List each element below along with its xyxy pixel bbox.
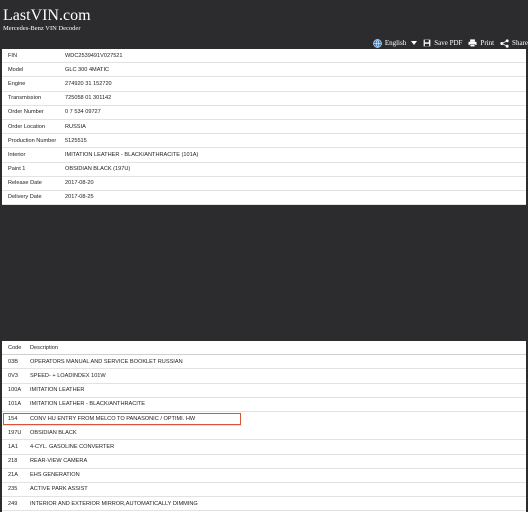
print-icon	[468, 39, 477, 47]
table-row: Delivery Date 2017-08-25	[2, 191, 526, 206]
row-label: Model	[8, 66, 24, 73]
option-description: CONV HU ENTRY FROM MELCO TO PANASONIC / …	[30, 415, 196, 422]
option-description: INTERIOR AND EXTERIOR MIRROR,AUTOMATICAL…	[30, 500, 198, 507]
option-description: EHS GENERATION	[30, 472, 80, 479]
share-button[interactable]: Share	[500, 38, 528, 48]
table-row: Production Number 5125515	[2, 134, 526, 149]
option-code: 1A1	[8, 443, 18, 450]
table-row: 100A IMITATION LEATHER	[2, 384, 526, 398]
table-row: 235 ACTIVE PARK ASSIST	[2, 483, 526, 498]
site-subtitle: Mercedes-Benz VIN Decoder	[3, 25, 81, 32]
row-value: IMITATION LEATHER - BLACK/ANTHRACITE (10…	[65, 151, 199, 158]
table-row: 101A IMITATION LEATHER - BLACK/ANTHRACITE	[2, 398, 526, 412]
table-row: Engine 274920 31 152720	[2, 77, 526, 92]
column-header-code: Code	[8, 344, 22, 351]
table-row: Release Date 2017-08-20	[2, 177, 526, 191]
row-value: 5125515	[65, 137, 87, 144]
row-label: Order Location	[8, 123, 46, 130]
column-header-description: Description	[30, 344, 58, 351]
table-row: Order Location RUSSIA	[2, 120, 526, 135]
chevron-down-icon	[411, 41, 418, 45]
option-description: SPEED- + LOADINDEX 101W	[30, 372, 106, 379]
table-row: 03B OPERATORS MANUAL AND SERVICE BOOKLET …	[2, 355, 526, 370]
option-description: REAR-VIEW CAMERA	[30, 458, 88, 465]
globe-icon	[373, 38, 382, 48]
table-row: 21A EHS GENERATION	[2, 469, 526, 483]
print-button[interactable]: Print	[468, 39, 494, 47]
option-code: 101A	[8, 401, 22, 408]
row-value: GLC 300 4MATIC	[65, 66, 110, 73]
site-logo[interactable]: LastVIN.com	[3, 6, 91, 26]
row-label: Release Date	[8, 180, 42, 187]
table-row: 249 INTERIOR AND EXTERIOR MIRROR,AUTOMATI…	[2, 497, 526, 512]
print-label: Print	[480, 39, 495, 47]
row-value: RUSSIA	[65, 123, 86, 130]
save-pdf-label: Save PDF	[434, 39, 463, 47]
table-row: Paint 1 OBSIDIAN BLACK (197U)	[2, 163, 526, 177]
row-label: Interior	[8, 151, 26, 158]
table-row: Model GLC 300 4MATIC	[2, 63, 526, 78]
option-description: IMITATION LEATHER	[30, 387, 85, 394]
row-value: 0 7 534 09727	[65, 109, 101, 116]
row-value: 274920 31 152720	[65, 80, 112, 87]
table-row: Interior IMITATION LEATHER - BLACK/ANTHRA…	[2, 148, 526, 163]
table-row: 1A1 4-CYL. GASOLINE CONVERTER	[2, 440, 526, 455]
option-code: 154	[8, 415, 18, 422]
save-icon	[423, 39, 431, 47]
table-row: 218 REAR-VIEW CAMERA	[2, 455, 526, 469]
option-code: 197U	[8, 429, 22, 436]
header-bar: LastVIN.com Mercedes-Benz VIN Decoder En…	[0, 0, 528, 52]
table-header-row: Code Description	[2, 341, 526, 356]
language-label: English	[384, 39, 407, 47]
row-value: 725058 01 301142	[65, 95, 112, 102]
row-label: Delivery Date	[8, 194, 42, 201]
option-description: ACTIVE PARK ASSIST	[30, 486, 88, 493]
option-code: 235	[8, 486, 18, 493]
option-code: 100A	[8, 387, 22, 394]
option-codes-table: Code Description 03B OPERATORS MANUAL AND …	[2, 341, 526, 512]
row-value: WDC2539491V027521	[65, 52, 123, 59]
share-label: Share	[512, 39, 528, 47]
row-label: Engine	[8, 80, 26, 87]
table-row: 0V3 SPEED- + LOADINDEX 101W	[2, 369, 526, 384]
table-row: 197U OBSIDIAN BLACK	[2, 426, 526, 441]
header-actions: English Save PDF Print Share	[373, 37, 528, 49]
row-label: Transmission	[8, 95, 42, 102]
row-value: OBSIDIAN BLACK (197U)	[65, 166, 131, 173]
table-row: FIN WDC2539491V027521	[2, 49, 526, 64]
row-value: 2017-08-25	[65, 194, 94, 201]
language-selector[interactable]: English	[373, 38, 418, 48]
row-value: 2017-08-20	[65, 180, 94, 187]
option-code: 21A	[8, 472, 18, 479]
share-icon	[500, 38, 509, 48]
table-row: Transmission 725058 01 301142	[2, 92, 526, 106]
table-row: Order Number 0 7 534 09727	[2, 106, 526, 120]
row-label: Production Number	[8, 137, 57, 144]
vehicle-info-table: FIN WDC2539491V027521 Model GLC 300 4MATIC…	[2, 49, 526, 206]
row-label: Order Number	[8, 109, 44, 116]
row-label: FIN	[8, 52, 18, 59]
option-description: OPERATORS MANUAL AND SERVICE BOOKLET RUS…	[30, 358, 183, 365]
option-code: 249	[8, 500, 18, 507]
option-code: 218	[8, 458, 18, 465]
save-pdf-button[interactable]: Save PDF	[423, 39, 462, 47]
option-description: IMITATION LEATHER - BLACK/ANTHRACITE	[30, 401, 145, 408]
option-description: 4-CYL. GASOLINE CONVERTER	[30, 443, 115, 450]
option-description: OBSIDIAN BLACK	[30, 429, 77, 436]
row-label: Paint 1	[8, 166, 26, 173]
option-code: 0V3	[8, 372, 18, 379]
highlighted-table-row: 154 CONV HU ENTRY FROM MELCO TO PANASONIC…	[2, 412, 242, 427]
option-code: 03B	[8, 358, 18, 365]
